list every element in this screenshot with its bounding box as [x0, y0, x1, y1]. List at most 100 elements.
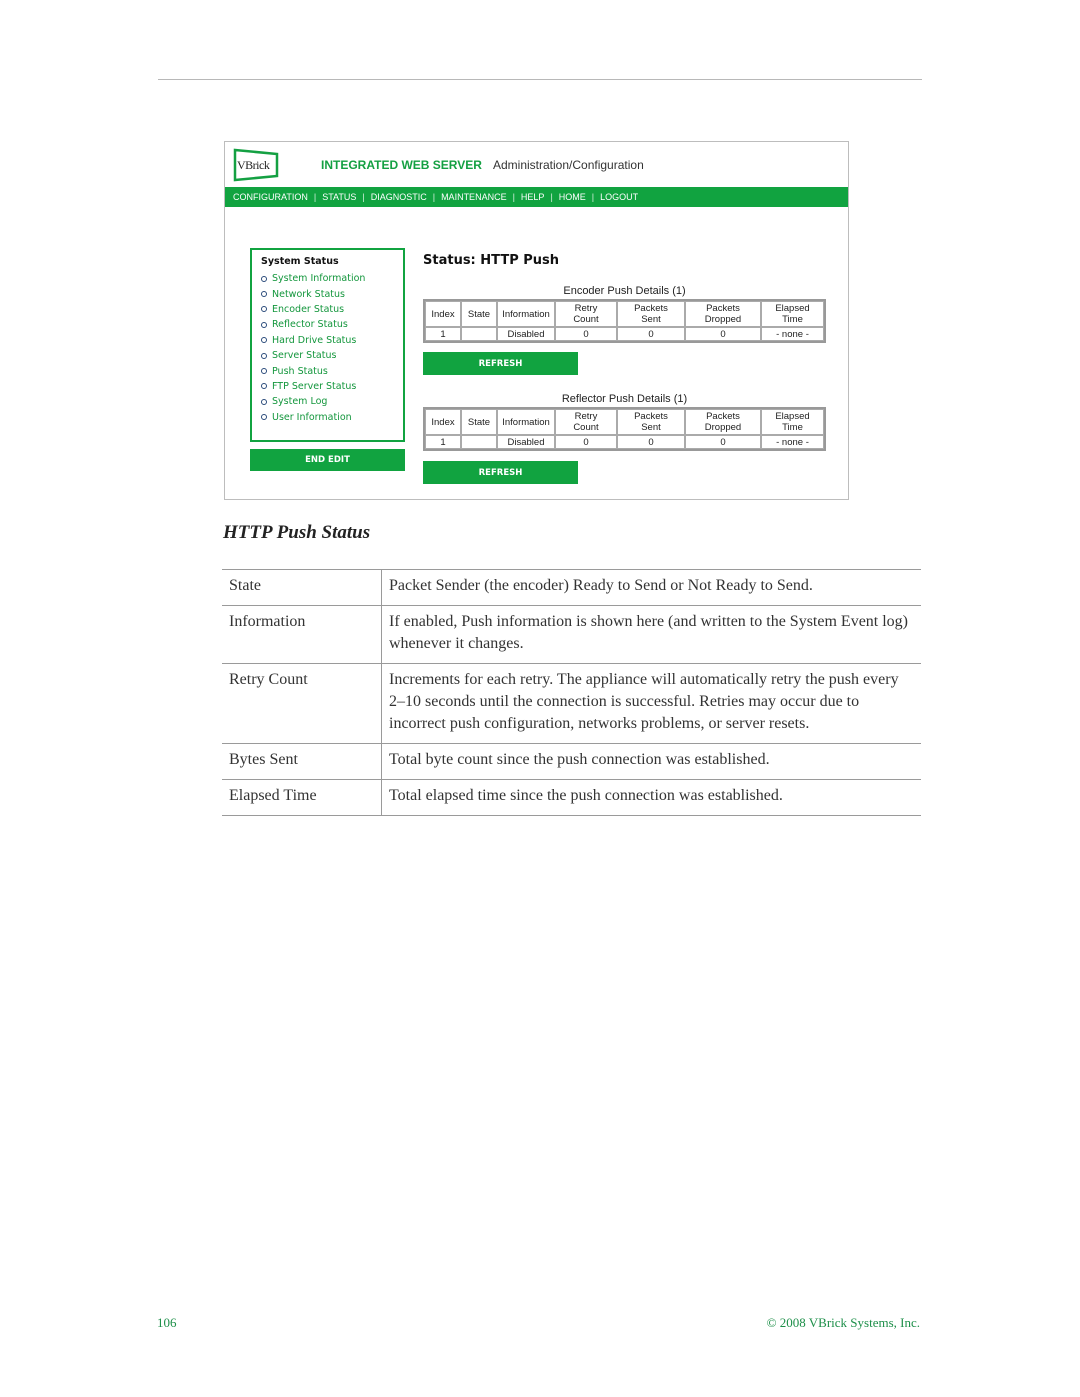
header-packets-sent: Packets Sent: [617, 301, 685, 327]
sidebar-item-label: Encoder Status: [272, 303, 345, 315]
nav-separator: |: [512, 192, 515, 202]
nav-home[interactable]: HOME: [559, 192, 586, 202]
bullet-icon: [261, 383, 267, 390]
encoder-table-caption: Encoder Push Details (1): [563, 285, 686, 297]
nav-configuration[interactable]: CONFIGURATION: [233, 192, 308, 202]
sidebar-item-ftp-server-status[interactable]: FTP Server Status: [261, 379, 403, 394]
definitions-table: State Packet Sender (the encoder) Ready …: [222, 569, 921, 816]
cell-index: 1: [425, 327, 461, 341]
header-retry-count: Retry Count: [555, 409, 617, 435]
sidebar-item-label: User Information: [272, 411, 352, 423]
header-information: Information: [497, 301, 555, 327]
sidebar-item-label: FTP Server Status: [272, 380, 357, 392]
sidebar-item-push-status[interactable]: Push Status: [261, 363, 403, 378]
term: Elapsed Time: [222, 779, 382, 816]
bullet-icon: [261, 337, 267, 344]
nav-separator: |: [362, 192, 365, 202]
page-number: 106: [157, 1315, 177, 1330]
sidebar-item-encoder-status[interactable]: Encoder Status: [261, 302, 403, 317]
header-information: Information: [497, 409, 555, 435]
sidebar-item-label: Push Status: [272, 365, 328, 377]
bullet-icon: [261, 275, 267, 282]
description: Total byte count since the push connecti…: [381, 743, 921, 780]
description: Packet Sender (the encoder) Ready to Sen…: [381, 569, 921, 606]
cell-packets-sent: 0: [617, 327, 685, 341]
description: If enabled, Push information is shown he…: [381, 605, 921, 664]
copyright: © 2008 VBrick Systems, Inc.: [766, 1315, 920, 1330]
header-index: Index: [425, 301, 461, 327]
nav-maintenance[interactable]: MAINTENANCE: [441, 192, 507, 202]
description: Increments for each retry. The appliance…: [381, 663, 921, 744]
cell-state: [461, 327, 497, 341]
header-retry-count: Retry Count: [555, 301, 617, 327]
bullet-icon: [261, 368, 267, 375]
main-nav: CONFIGURATION | STATUS | DIAGNOSTIC | MAINT…: [225, 187, 848, 207]
nav-logout[interactable]: LOGOUT: [600, 192, 638, 202]
table-row: Retry Count Increments for each retry. T…: [222, 663, 921, 744]
encoder-refresh-button[interactable]: REFRESH: [423, 352, 578, 375]
nav-separator: |: [313, 192, 317, 202]
term: Information: [222, 605, 382, 664]
table-row: Bytes Sent Total byte count since the pu…: [222, 743, 921, 780]
sidebar-item-label: System Log: [272, 396, 328, 408]
description: Total elapsed time since the push connec…: [381, 779, 921, 816]
sidebar-item-label: Hard Drive Status: [272, 334, 357, 346]
nav-separator: |: [550, 192, 553, 202]
table-row: State Packet Sender (the encoder) Ready …: [222, 569, 921, 606]
term: Bytes Sent: [222, 743, 382, 780]
bullet-icon: [261, 398, 267, 405]
sidebar-item-reflector-status[interactable]: Reflector Status: [261, 317, 403, 332]
end-edit-button[interactable]: END EDIT: [250, 449, 405, 471]
cell-packets-dropped: 0: [685, 327, 761, 341]
sidebar-item-system-log[interactable]: System Log: [261, 394, 403, 409]
table-header-row: Index State Information Retry Count Packe…: [425, 301, 824, 327]
logo-text: VBrick: [237, 158, 270, 172]
sidebar-item-label: System Information: [272, 273, 366, 285]
cell-packets-sent: 0: [617, 435, 685, 449]
sidebar-item-system-information[interactable]: System Information: [261, 271, 403, 286]
reflector-push-table: Index State Information Retry Count Packe…: [423, 407, 826, 451]
system-status-sidebar: System Status System Information Network…: [250, 248, 405, 442]
header-state: State: [461, 409, 497, 435]
header-packets-sent: Packets Sent: [617, 409, 685, 435]
bullet-icon: [261, 352, 267, 359]
cell-index: 1: [425, 435, 461, 449]
section-title: HTTP Push Status: [223, 522, 371, 543]
cell-retry-count: 0: [555, 435, 617, 449]
bullet-icon: [261, 321, 267, 328]
sidebar-item-label: Network Status: [272, 288, 345, 300]
header-packets-dropped: Packets Dropped: [685, 301, 761, 327]
encoder-push-table: Index State Information Retry Count Packe…: [423, 299, 826, 343]
nav-help[interactable]: HELP: [521, 192, 545, 202]
table-row: Elapsed Time Total elapsed time since th…: [222, 779, 921, 816]
reflector-table-caption: Reflector Push Details (1): [561, 393, 688, 405]
cell-elapsed-time: - none -: [761, 327, 824, 341]
web-server-screenshot: VBrick INTEGRATED WEB SERVER Administrat…: [224, 141, 849, 500]
bullet-icon: [261, 291, 267, 298]
sidebar-item-server-status[interactable]: Server Status: [261, 348, 403, 363]
table-row: 1 Disabled 0 0 0 - none -: [425, 435, 824, 449]
table-row: 1 Disabled 0 0 0 - none -: [425, 327, 824, 341]
sidebar-title: System Status: [261, 256, 339, 267]
sidebar-item-label: Reflector Status: [272, 319, 348, 331]
app-header: VBrick INTEGRATED WEB SERVER Administrat…: [225, 142, 848, 187]
header-index: Index: [425, 409, 461, 435]
header-elapsed-time: Elapsed Time: [761, 409, 824, 435]
nav-separator: |: [432, 192, 436, 202]
nav-diagnostic[interactable]: DIAGNOSTIC: [371, 192, 427, 202]
sidebar-item-network-status[interactable]: Network Status: [261, 286, 403, 301]
cell-packets-dropped: 0: [685, 435, 761, 449]
term: Retry Count: [222, 663, 382, 744]
header-packets-dropped: Packets Dropped: [685, 409, 761, 435]
sidebar-item-hard-drive-status[interactable]: Hard Drive Status: [261, 333, 403, 348]
cell-information: Disabled: [497, 435, 555, 449]
header-rule: [158, 79, 922, 80]
term: State: [222, 569, 382, 606]
page-title: Status: HTTP Push: [423, 253, 560, 268]
reflector-refresh-button[interactable]: REFRESH: [423, 461, 578, 484]
nav-status[interactable]: STATUS: [322, 192, 356, 202]
cell-retry-count: 0: [555, 327, 617, 341]
sidebar-item-user-information[interactable]: User Information: [261, 410, 403, 425]
app-subtitle: Administration/Configuration: [493, 158, 644, 172]
app-title: INTEGRATED WEB SERVER: [321, 158, 482, 172]
